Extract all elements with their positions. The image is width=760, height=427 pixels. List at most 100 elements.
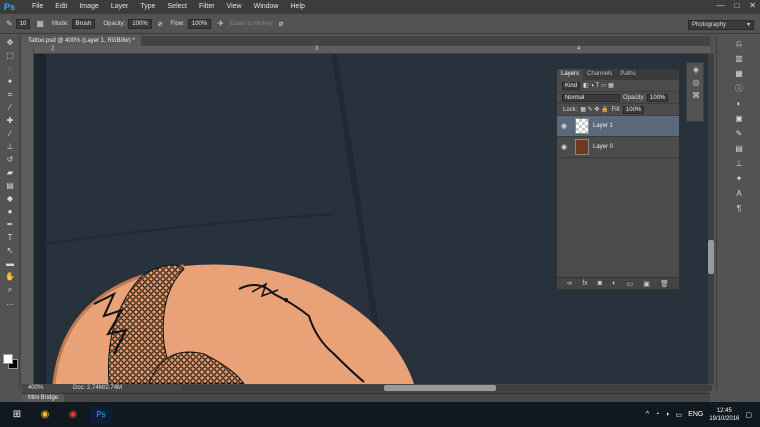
mode-select[interactable]: Brush — [71, 18, 96, 29]
history-icon[interactable]: ⎌ — [717, 36, 760, 51]
pressure-size-icon[interactable]: ⌀ — [279, 19, 284, 28]
gradient-tool-icon[interactable]: ▤ — [0, 179, 20, 192]
menu-help[interactable]: Help — [285, 0, 311, 14]
mask-icon[interactable]: ◙ — [598, 280, 602, 287]
history-brush-icon[interactable]: ↺ — [0, 153, 20, 166]
erase-to-history-checkbox[interactable]: Erase to History — [230, 21, 273, 27]
brush-presets-icon[interactable]: ▤ — [717, 141, 760, 156]
brush-panel-icon[interactable]: ▦ — [36, 19, 44, 28]
horizontal-scrollbar[interactable] — [182, 385, 712, 391]
layers-panel-icon[interactable]: ◈ — [687, 63, 705, 76]
eye-icon[interactable]: ◉ — [557, 143, 571, 151]
menu-view[interactable]: View — [221, 0, 248, 14]
link-icon[interactable]: ∞ — [567, 280, 572, 287]
power-icon[interactable]: ▭ — [676, 411, 683, 419]
chevron-up-icon[interactable]: ^ — [646, 411, 649, 418]
adjustments-icon[interactable]: ◐ — [717, 96, 760, 111]
chrome-icon[interactable]: ◉ — [34, 406, 56, 424]
lasso-tool-icon[interactable]: ◌ — [0, 62, 20, 75]
trash-icon[interactable]: 🗑 — [660, 280, 669, 288]
paragraph-icon[interactable]: ¶ — [717, 201, 760, 216]
styles-icon[interactable]: ▣ — [717, 111, 760, 126]
move-tool-icon[interactable]: ✥ — [0, 36, 20, 49]
pressure-opacity-icon[interactable]: ⌀ — [158, 19, 163, 28]
adjustment-icon[interactable]: ◐ — [612, 280, 616, 287]
menu-filter[interactable]: Filter — [193, 0, 221, 14]
brush-size-picker[interactable]: 10 — [15, 18, 31, 29]
marquee-tool-icon[interactable]: ⬚ — [0, 49, 20, 62]
minimize-button[interactable]: — — [716, 1, 724, 10]
layer-name: Layer 1 — [593, 123, 614, 129]
document-tab[interactable]: Tattoo.psd @ 400% (Layer 1, RGB/8#) * — [22, 36, 141, 46]
pen-tool-icon[interactable]: ✒ — [0, 218, 20, 231]
menu-select[interactable]: Select — [162, 0, 193, 14]
path-select-tool-icon[interactable]: ↖ — [0, 244, 20, 257]
fill-field[interactable]: 100% — [622, 105, 645, 114]
tab-paths[interactable]: Paths — [616, 69, 639, 80]
eye-icon[interactable]: ◉ — [557, 122, 571, 130]
menu-window[interactable]: Window — [248, 0, 285, 14]
brush-icon[interactable]: ✎ — [717, 126, 760, 141]
opacity-field[interactable]: 100% — [128, 18, 152, 29]
filter-icons[interactable]: ◧ ◑ T ▭ ▦ — [583, 82, 614, 89]
workspace-select[interactable]: Photography ▾ — [688, 20, 754, 30]
info-icon[interactable]: ⓘ — [717, 81, 760, 96]
vertical-scroll-thumb[interactable] — [708, 240, 714, 274]
crop-tool-icon[interactable]: ⌗ — [0, 88, 20, 101]
menu-edit[interactable]: Edit — [49, 0, 73, 14]
blur-tool-icon[interactable]: ◆ — [0, 192, 20, 205]
menu-file[interactable]: File — [26, 0, 49, 14]
clock[interactable]: 12:45 19/10/2016 — [709, 407, 739, 423]
shape-tool-icon[interactable]: ▬ — [0, 257, 20, 270]
edit-toolbar-icon[interactable]: … — [0, 296, 20, 309]
channels-panel-icon[interactable]: ◎ — [687, 76, 705, 89]
brush-tool-icon[interactable]: ∕ — [0, 127, 20, 140]
photoshop-taskbar-icon[interactable]: Ps — [90, 405, 112, 424]
layer-row[interactable]: ◉ Layer 1 — [557, 116, 679, 137]
folder-icon[interactable]: ▭ — [626, 280, 633, 288]
windows-start-icon[interactable]: ⊞ — [6, 406, 28, 424]
menu-layer[interactable]: Layer — [105, 0, 135, 14]
type-tool-icon[interactable]: T — [0, 231, 20, 244]
vertical-scrollbar[interactable] — [708, 54, 714, 384]
fx-icon[interactable]: fx — [582, 280, 587, 287]
dodge-tool-icon[interactable]: ● — [0, 205, 20, 218]
quick-select-tool-icon[interactable]: ✦ — [0, 75, 20, 88]
layer-thumbnail — [575, 139, 589, 155]
language-indicator[interactable]: ENG — [688, 411, 703, 418]
stamp-tool-icon[interactable]: ⊥ — [0, 140, 20, 153]
wifi-icon[interactable]: ◔ — [655, 411, 659, 418]
clone-source-icon[interactable]: ⊥ — [717, 156, 760, 171]
new-layer-icon[interactable]: ▣ — [643, 280, 650, 288]
close-button[interactable]: ✕ — [749, 1, 756, 10]
notifications-icon[interactable]: ▢ — [745, 411, 752, 419]
swatches-icon[interactable]: ▦ — [717, 66, 760, 81]
eraser-tool-icon[interactable]: ▰ — [0, 166, 20, 179]
layer-opacity-field[interactable]: 100% — [647, 93, 669, 102]
healing-tool-icon[interactable]: ✚ — [0, 114, 20, 127]
maximize-button[interactable]: □ — [734, 1, 739, 10]
foreground-color-swatch[interactable] — [3, 354, 13, 364]
horizontal-scroll-thumb[interactable] — [384, 385, 496, 391]
hand-tool-icon[interactable]: ✋ — [0, 270, 20, 283]
flow-field[interactable]: 100% — [187, 18, 212, 29]
eraser-tool-icon[interactable]: ✎ — [6, 19, 13, 28]
layer-filter-kind[interactable]: Kind — [562, 81, 581, 90]
tab-channels[interactable]: Channels — [583, 69, 616, 80]
menu-image[interactable]: Image — [73, 0, 104, 14]
color-icon[interactable]: ▥ — [717, 51, 760, 66]
volume-icon[interactable]: ◖ — [665, 411, 669, 418]
tool-presets-icon[interactable]: ✦ — [717, 171, 760, 186]
menu-type[interactable]: Type — [134, 0, 161, 14]
zoom-tool-icon[interactable]: ⌕ — [0, 283, 20, 296]
eyedropper-tool-icon[interactable]: ⁄ — [0, 101, 20, 114]
character-icon[interactable]: A — [717, 186, 760, 201]
tab-layers[interactable]: Layers — [557, 69, 584, 80]
layer-row[interactable]: ◉ Layer 0 — [557, 137, 679, 158]
blend-mode-select[interactable]: Normal — [562, 93, 620, 102]
paths-panel-icon[interactable]: ⌘ — [687, 89, 705, 102]
zoom-level[interactable]: 400% — [28, 385, 43, 391]
lock-icons[interactable]: ▦ ✎ ✥ 🔒 — [580, 106, 608, 113]
airbrush-icon[interactable]: ✈ — [217, 19, 224, 28]
chrome-icon[interactable]: ◉ — [62, 406, 84, 424]
